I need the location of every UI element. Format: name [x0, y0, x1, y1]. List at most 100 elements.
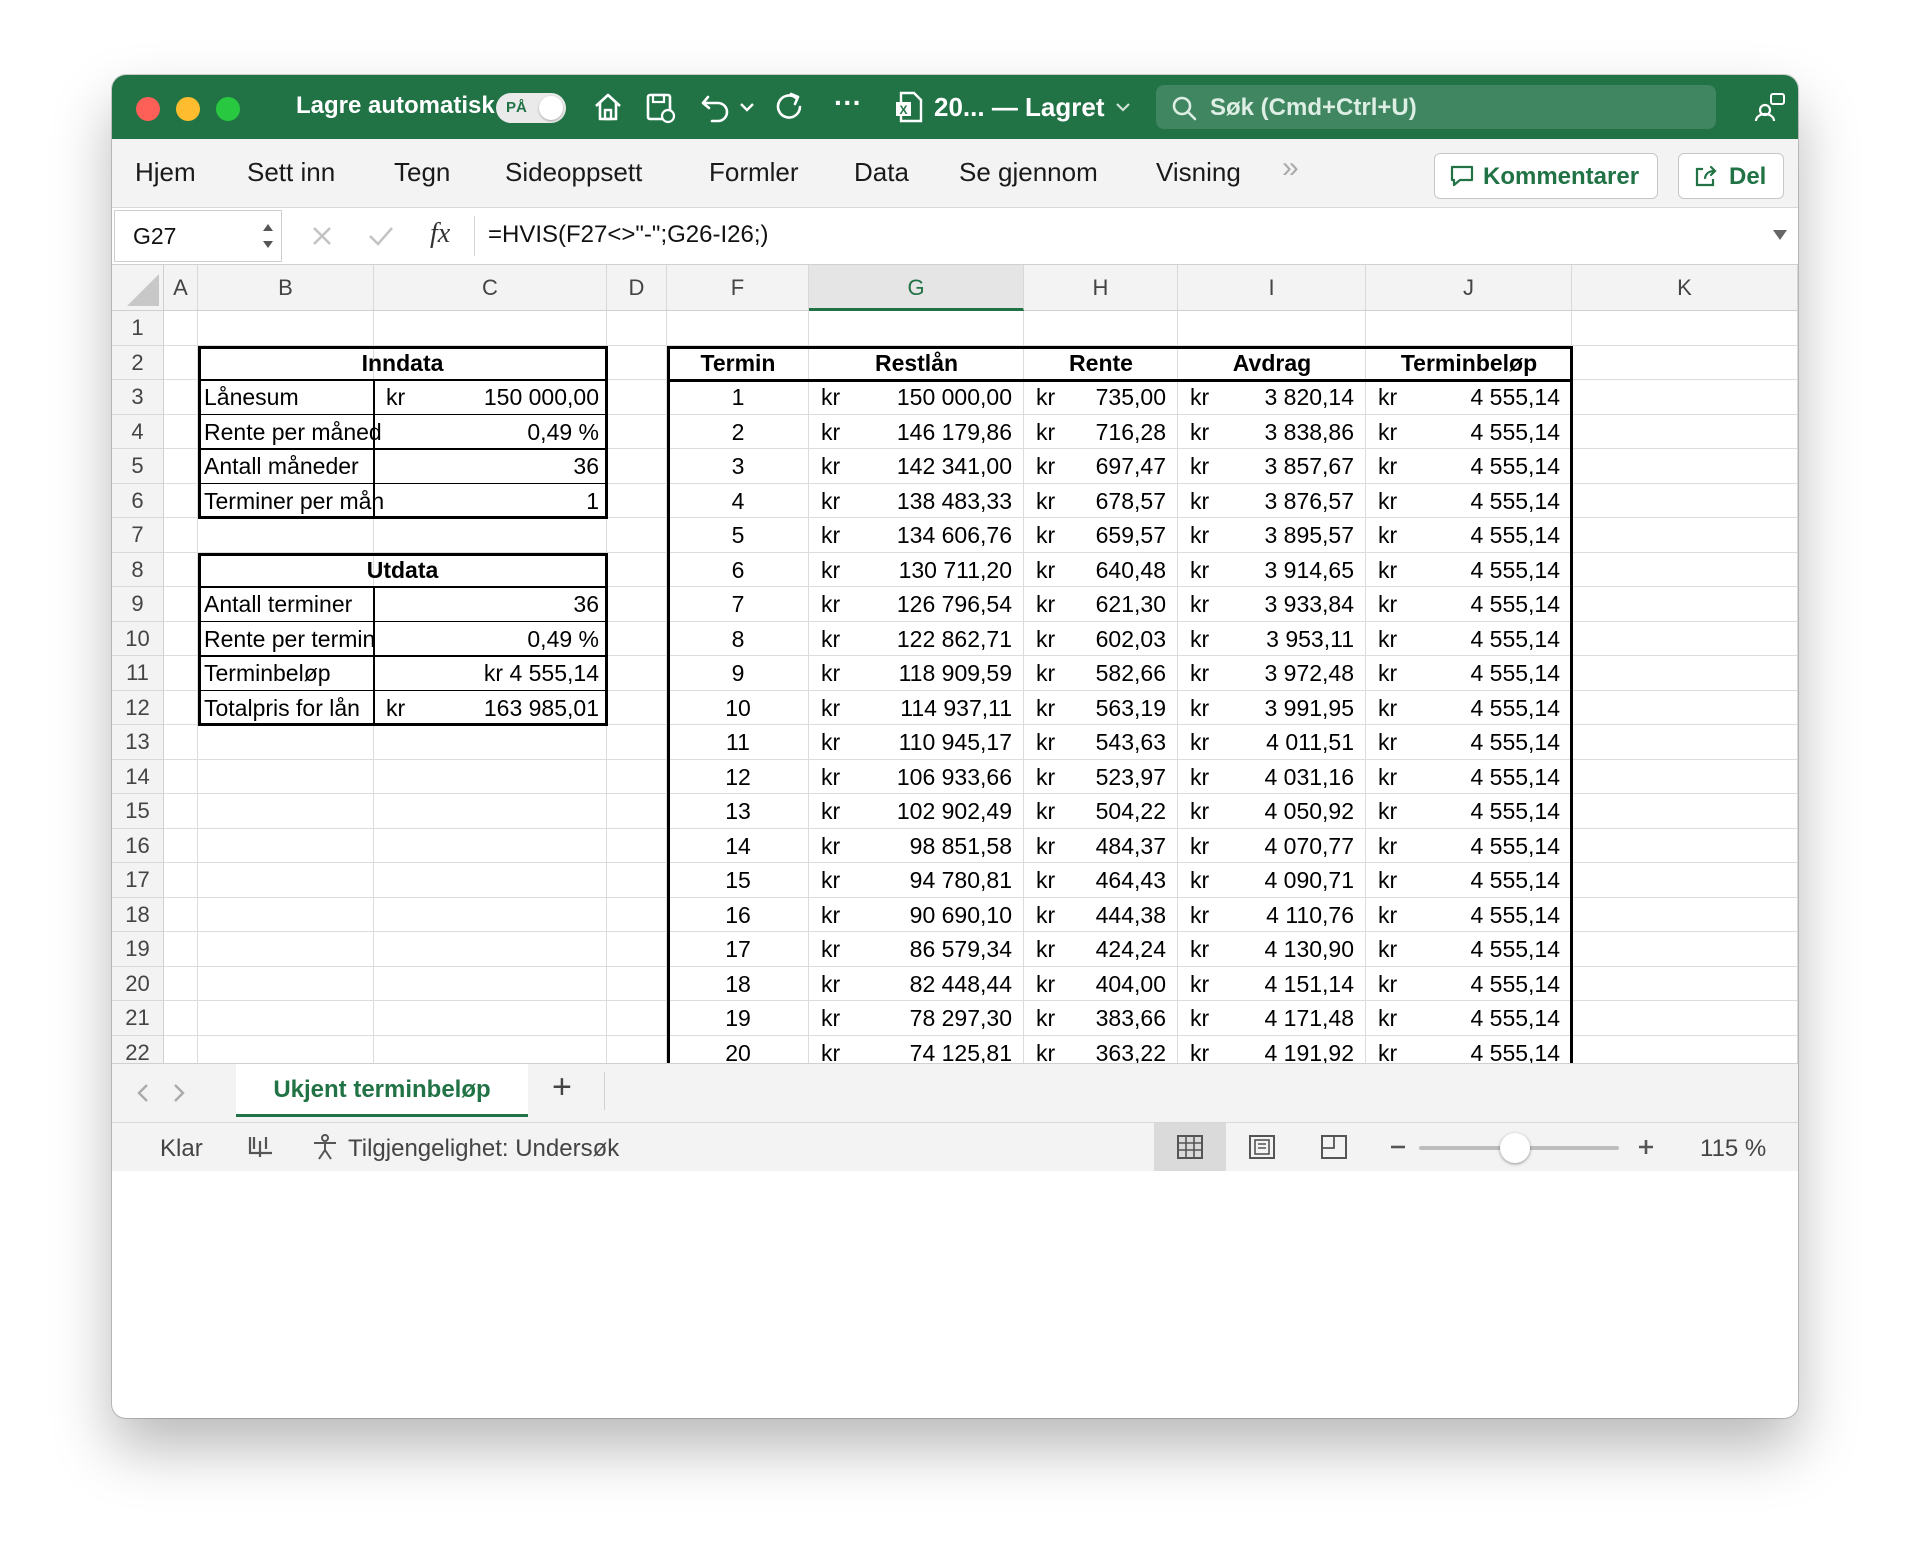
next-sheet-icon[interactable] [170, 1082, 188, 1104]
accessibility-status[interactable]: Tilgjengelighet: Undersøk [348, 1135, 619, 1163]
row-header-11[interactable]: 11 [112, 656, 164, 691]
document-title[interactable]: 20... — Lagret [934, 92, 1105, 123]
utdata-table [198, 552, 608, 726]
sheet-tab-active[interactable]: Ukjent terminbeløp [236, 1064, 528, 1117]
column-header-g[interactable]: G [809, 265, 1024, 311]
select-all-icon [127, 274, 159, 306]
normal-view-button[interactable] [1154, 1123, 1226, 1171]
autosave-label: Lagre automatisk [296, 92, 495, 119]
insert-function-button[interactable]: fx [430, 218, 450, 250]
column-header-k[interactable]: K [1572, 265, 1798, 311]
tab-sett-inn[interactable]: Sett inn [247, 157, 335, 188]
cancel-formula-icon[interactable] [308, 222, 336, 250]
undo-dropdown-icon[interactable] [736, 89, 758, 125]
row-header-21[interactable]: 21 [112, 1001, 164, 1036]
tab-data[interactable]: Data [854, 157, 909, 188]
row-header-9[interactable]: 9 [112, 587, 164, 622]
row-header-10[interactable]: 10 [112, 621, 164, 656]
ribbon-overflow-button[interactable]: » [1282, 151, 1299, 185]
page-break-view-button[interactable] [1298, 1123, 1370, 1171]
macro-recording-icon[interactable] [246, 1133, 276, 1161]
cell-border [198, 689, 607, 692]
page-layout-view-button[interactable] [1226, 1123, 1298, 1171]
tab-hjem[interactable]: Hjem [135, 157, 196, 188]
tab-visning[interactable]: Visning [1156, 157, 1241, 188]
title-dropdown-icon[interactable] [1112, 89, 1134, 125]
formula-bar: G27 fx =HVIS(F27<>"-";G26-I26;) [112, 208, 1798, 265]
name-box[interactable]: G27 [114, 210, 282, 262]
expand-formula-bar-icon[interactable] [1772, 228, 1788, 242]
row-header-2[interactable]: 2 [112, 345, 164, 380]
row-header-4[interactable]: 4 [112, 414, 164, 449]
minimize-window-button[interactable] [176, 97, 200, 121]
tab-sideoppsett[interactable]: Sideoppsett [505, 157, 642, 188]
cell-border [198, 655, 607, 657]
row-header-16[interactable]: 16 [112, 828, 164, 863]
cell-border [373, 380, 375, 518]
cell-border [198, 482, 607, 485]
select-all-corner[interactable] [112, 265, 164, 311]
row-header-5[interactable]: 5 [112, 449, 164, 484]
home-icon[interactable] [590, 89, 626, 125]
column-header-j[interactable]: J [1366, 265, 1572, 311]
schedule-table [667, 345, 1573, 1063]
confirm-formula-icon[interactable] [366, 222, 396, 250]
add-sheet-button[interactable]: + [552, 1068, 572, 1107]
sheet-tab-bar: Ukjent terminbeløp + [112, 1063, 1798, 1122]
inndata-table [198, 345, 608, 519]
row-header-12[interactable]: 12 [112, 690, 164, 725]
formula-input[interactable]: =HVIS(F27<>"-";G26-I26;) [488, 221, 769, 249]
row-header-1[interactable]: 1 [112, 311, 164, 346]
comments-button[interactable]: Kommentarer [1434, 153, 1658, 199]
row-header-8[interactable]: 8 [112, 552, 164, 587]
search-box[interactable]: Søk (Cmd+Ctrl+U) [1156, 85, 1716, 129]
more-commands-button[interactable]: ··· [834, 87, 862, 119]
share-icon [1695, 165, 1717, 187]
cell-border [667, 378, 1572, 382]
column-header-f[interactable]: F [667, 265, 809, 311]
share-button[interactable]: Del [1678, 153, 1784, 199]
column-header-a[interactable]: A [164, 265, 198, 311]
row-header-15[interactable]: 15 [112, 794, 164, 829]
column-header-h[interactable]: H [1024, 265, 1178, 311]
column-header-c[interactable]: C [374, 265, 607, 311]
row-header-17[interactable]: 17 [112, 863, 164, 898]
zoom-slider-thumb[interactable] [1500, 1133, 1530, 1163]
row-header-6[interactable]: 6 [112, 483, 164, 518]
row-header-19[interactable]: 19 [112, 932, 164, 967]
autosave-toggle[interactable]: PÅ [496, 93, 566, 123]
zoom-window-button[interactable] [216, 97, 240, 121]
status-ready: Klar [160, 1135, 203, 1162]
search-icon [1172, 96, 1197, 121]
row-header-13[interactable]: 13 [112, 725, 164, 760]
column-header-d[interactable]: D [607, 265, 667, 311]
row-header-20[interactable]: 20 [112, 966, 164, 1001]
zoom-level[interactable]: 115 % [1700, 1135, 1766, 1163]
search-placeholder: Søk (Cmd+Ctrl+U) [1210, 94, 1417, 121]
previous-sheet-icon[interactable] [134, 1082, 152, 1104]
zoom-in-icon[interactable] [1636, 1137, 1656, 1157]
column-header-b[interactable]: B [198, 265, 374, 311]
tab-formler[interactable]: Formler [709, 157, 799, 188]
undo-icon[interactable] [698, 89, 734, 125]
worksheet-grid[interactable]: ABCDFGHIJK 1 2 3 4 5 6 7 8 9 10 11 12 13 14 15 16 17 18 19… [112, 265, 1798, 1063]
zoom-out-icon[interactable] [1388, 1137, 1408, 1157]
normal-view-icon [1177, 1135, 1203, 1159]
row-header-3[interactable]: 3 [112, 380, 164, 415]
tab-tegn[interactable]: Tegn [394, 157, 450, 188]
row-header-22[interactable]: 22 [112, 1035, 164, 1063]
column-header-i[interactable]: I [1178, 265, 1366, 311]
tab-se-gjennom[interactable]: Se gjennom [959, 157, 1098, 188]
row-header-14[interactable]: 14 [112, 759, 164, 794]
row-header-18[interactable]: 18 [112, 897, 164, 932]
redo-icon[interactable] [772, 89, 808, 125]
save-icon[interactable] [642, 89, 678, 125]
account-icon[interactable] [1752, 89, 1788, 125]
cell-border [373, 587, 375, 725]
name-box-stepper-icon[interactable] [261, 219, 275, 253]
name-box-value: G27 [133, 223, 177, 249]
row-header-7[interactable]: 7 [112, 518, 164, 553]
accessibility-icon[interactable] [310, 1133, 340, 1161]
close-window-button[interactable] [136, 97, 160, 121]
svg-text:X: X [900, 103, 908, 117]
